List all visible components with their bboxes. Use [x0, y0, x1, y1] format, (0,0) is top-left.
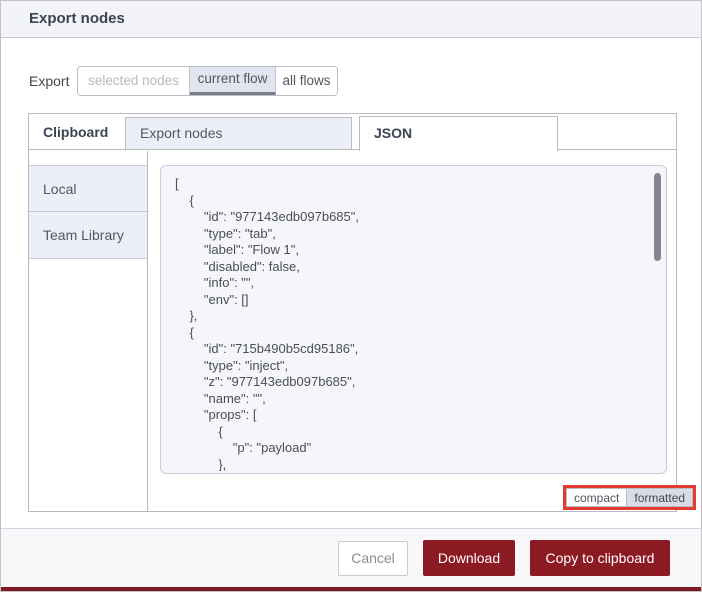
format-toggle-highlight: compact formatted	[563, 485, 697, 510]
json-export-textarea[interactable]: [ { "id": "977143edb097b685", "type": "t…	[160, 165, 667, 474]
export-nodes-dialog: Export nodes Export selected nodes curre…	[0, 0, 702, 592]
format-formatted-button[interactable]: formatted	[627, 488, 694, 507]
download-button[interactable]: Download	[423, 540, 515, 576]
json-export-text[interactable]: [ { "id": "977143edb097b685", "type": "t…	[175, 176, 646, 471]
scope-option-selected-nodes[interactable]: selected nodes	[78, 67, 190, 95]
tab-json[interactable]: JSON	[359, 116, 558, 151]
copy-to-clipboard-button[interactable]: Copy to clipboard	[530, 540, 670, 576]
sidebar-item-local[interactable]: Local	[29, 165, 147, 212]
cancel-button[interactable]: Cancel	[338, 540, 408, 576]
sidebar-item-team-library[interactable]: Team Library	[29, 212, 147, 259]
json-editor-area: [ { "id": "977143edb097b685", "type": "t…	[149, 151, 697, 511]
library-panel: Clipboard Export nodes JSON Local Team L…	[28, 113, 697, 512]
format-compact-button[interactable]: compact	[566, 488, 628, 507]
bottom-accent-strip	[1, 587, 701, 591]
dialog-title: Export nodes	[1, 1, 701, 38]
export-scope-label: Export	[29, 73, 70, 89]
dialog-footer: Cancel Download Copy to clipboard	[1, 528, 701, 587]
library-header-clipboard: Clipboard	[43, 124, 109, 140]
tab-export-nodes[interactable]: Export nodes	[125, 117, 352, 150]
library-tab-row: Clipboard Export nodes JSON	[29, 114, 676, 151]
scope-option-all-flows[interactable]: all flows	[276, 67, 337, 95]
library-panel-body: Local Team Library [ { "id": "977143edb0…	[29, 151, 697, 511]
export-scope-segmented-control: selected nodes current flow all flows	[77, 66, 338, 96]
scrollbar-thumb-icon[interactable]	[654, 173, 661, 261]
library-sidebar: Local Team Library	[29, 151, 148, 511]
scope-option-current-flow[interactable]: current flow	[190, 67, 276, 95]
